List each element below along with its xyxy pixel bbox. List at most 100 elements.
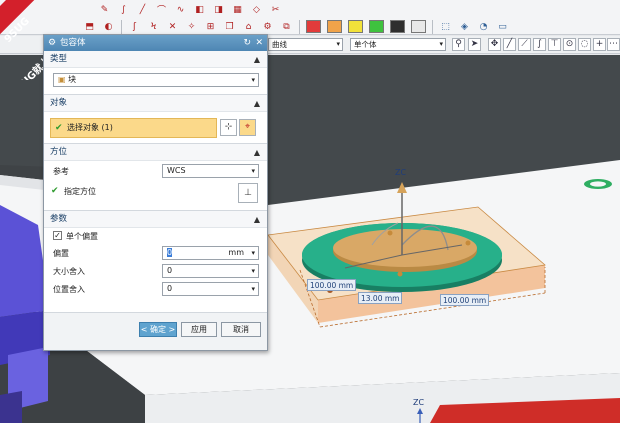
shell-icon[interactable]: ❒ [222, 20, 237, 33]
single-offset-checkbox[interactable]: ✓ [53, 231, 62, 240]
main-toolbar: ✎ ∫ ╱ ⌒ ∿ ◧ ◨ ▦ ◇ ✂ ⬒ ◐ ʃ Ϟ ✕ ✧ ⊞ ❒ ⌂ ⚙ … [0, 0, 620, 35]
snap-center-icon[interactable]: ⊙ [563, 38, 576, 51]
type-section-header[interactable]: 类型 ▲ [44, 51, 267, 68]
sweep-icon[interactable]: ◇ [249, 3, 264, 16]
spline-icon[interactable]: ∿ [173, 3, 188, 16]
snap-point-icon[interactable]: ✥ [488, 38, 501, 51]
face-icon[interactable]: ◨ [211, 3, 226, 16]
ok-button[interactable]: < 确定 > [139, 322, 177, 337]
zc-axis-label: ZC [395, 168, 407, 177]
trim-icon[interactable]: ✂ [268, 3, 283, 16]
dimension-left[interactable]: 100.00 mm [307, 279, 357, 291]
color-swatch-yellow[interactable] [348, 20, 363, 33]
chevron-down-icon: ▾ [251, 167, 255, 175]
orientation-section-title: 方位 [50, 147, 68, 157]
dialog-title-bar[interactable]: ⚙ 包容体 ↻ ✕ [44, 35, 267, 51]
reference-value: WCS [167, 166, 186, 175]
scope-combo[interactable]: 单个体 ▾ [350, 38, 446, 51]
fillet-icon[interactable]: Ϟ [146, 20, 161, 33]
zc-axis-label-bottom: ZC [413, 398, 425, 407]
chevron-down-icon: ▾ [251, 249, 255, 257]
snap-add-icon[interactable]: + [593, 38, 606, 51]
position-round-input[interactable]: 0 ▾ [162, 282, 259, 296]
sketch-icon[interactable]: ✎ [97, 3, 112, 16]
chevron-up-icon: ▲ [253, 99, 260, 108]
filter-icon[interactable]: ⚲ [452, 38, 465, 51]
extrude-icon[interactable]: ⬒ [82, 20, 97, 33]
reference-select[interactable]: WCS ▾ [162, 164, 259, 178]
render-icon[interactable]: ◈ [457, 20, 472, 33]
reset-icon[interactable]: ↻ [243, 35, 251, 51]
apply-button[interactable]: 应用 [181, 322, 217, 337]
object-section-title: 对象 [50, 98, 68, 108]
chevron-down-icon: ▾ [439, 40, 443, 48]
color-swatch-white[interactable] [411, 20, 426, 33]
scope-value: 单个体 [354, 40, 377, 49]
display-icon[interactable]: ▭ [495, 20, 510, 33]
select-object-label: 选择对象 (1) [67, 123, 113, 132]
snap-curve-icon[interactable]: ∫ [533, 38, 546, 51]
chevron-down-icon: ▾ [251, 76, 255, 84]
draft-icon[interactable]: ⌂ [241, 20, 256, 33]
snap-more-icon[interactable]: ⋯ [607, 38, 620, 51]
snap-quadrant-icon[interactable]: ◌ [578, 38, 591, 51]
select-arrow-icon[interactable]: ➤ [468, 38, 481, 51]
size-round-row: 大小舍入 0 ▾ [44, 263, 267, 281]
mesh-icon[interactable]: ▦ [230, 3, 245, 16]
params-section: 参数 ▲ ✓ 单个偏置 偏置 0 mm ▾ 大小舍入 0 ▾ 位置舍入 0 ▾ [44, 211, 267, 313]
object-section-header[interactable]: 对象 ▲ [44, 95, 267, 112]
cancel-button[interactable]: 取消 [221, 322, 261, 337]
snap-mid-icon[interactable]: ⟋ [518, 38, 531, 51]
bounding-body-dialog: ⚙ 包容体 ↻ ✕ 类型 ▲ ▣ 块 ▾ 对象 ▲ ✔ 选择对象 (1) ⊹ ⌖… [43, 34, 268, 351]
position-round-row: 位置舍入 0 ▾ [44, 281, 267, 299]
check-icon: ✔ [51, 186, 59, 196]
params-section-header[interactable]: 参数 ▲ [44, 211, 267, 228]
mirror-icon[interactable]: ⧉ [279, 20, 294, 33]
size-round-value: 0 [167, 266, 173, 275]
offset-value: 0 [167, 248, 173, 257]
gear-icon: ⚙ [48, 38, 57, 48]
params-section-title: 参数 [50, 214, 68, 224]
offset-input[interactable]: 0 mm ▾ [162, 246, 259, 260]
curve-filter-combo[interactable]: 曲线 ▾ [268, 38, 343, 51]
type-select[interactable]: ▣ 块 ▾ [53, 73, 259, 87]
reference-row: 参考 WCS ▾ [44, 161, 267, 181]
revolve-icon[interactable]: ◐ [101, 20, 116, 33]
chamfer-icon[interactable]: ✕ [165, 20, 180, 33]
close-icon[interactable]: ✕ [255, 35, 263, 51]
chevron-down-icon: ▾ [251, 267, 255, 275]
surface-icon[interactable]: ◧ [192, 3, 207, 16]
orientation-section-header[interactable]: 方位 ▲ [44, 144, 267, 161]
curve-icon[interactable]: ∫ [116, 3, 131, 16]
view-icon[interactable]: ⬚ [438, 20, 453, 33]
arc-icon[interactable]: ⌒ [154, 3, 169, 16]
toolbar-row-2: ⬒ ◐ ʃ Ϟ ✕ ✧ ⊞ ❒ ⌂ ⚙ ⧉ ⬚ ◈ ◔ ▭ [0, 18, 620, 35]
add-object-icon[interactable]: ⊹ [220, 119, 237, 136]
line-icon[interactable]: ╱ [135, 3, 150, 16]
snap-end-icon[interactable]: ╱ [503, 38, 516, 51]
select-object-field[interactable]: ✔ 选择对象 (1) [50, 118, 217, 138]
curve-tool-icon[interactable]: ʃ [127, 20, 142, 33]
pattern-icon[interactable]: ⚙ [260, 20, 275, 33]
dimension-right[interactable]: 100.00 mm [440, 294, 490, 306]
blend-icon[interactable]: ✧ [184, 20, 199, 33]
crosshair-icon[interactable]: ⌖ [239, 119, 256, 136]
color-swatch-orange[interactable] [327, 20, 342, 33]
curve-filter-value: 曲线 [272, 40, 287, 49]
size-round-input[interactable]: 0 ▾ [162, 264, 259, 278]
color-swatch-black[interactable] [390, 20, 405, 33]
type-section-title: 类型 [50, 54, 68, 64]
csys-icon[interactable]: ⊥ [238, 183, 258, 203]
check-icon: ✔ [55, 123, 63, 133]
toolbar-row-1: ✎ ∫ ╱ ⌒ ∿ ◧ ◨ ▦ ◇ ✂ [0, 1, 620, 18]
color-swatch-red[interactable] [306, 20, 321, 33]
offset-row: 偏置 0 mm ▾ [44, 245, 267, 263]
dimension-middle[interactable]: 13.00 mm [358, 292, 403, 304]
color-swatch-green[interactable] [369, 20, 384, 33]
snap-tangent-icon[interactable]: ⊤ [548, 38, 561, 51]
offset-icon[interactable]: ⊞ [203, 20, 218, 33]
position-round-value: 0 [167, 284, 173, 293]
offset-unit: mm [228, 248, 244, 257]
chevron-up-icon: ▲ [253, 215, 260, 224]
shade-icon[interactable]: ◔ [476, 20, 491, 33]
